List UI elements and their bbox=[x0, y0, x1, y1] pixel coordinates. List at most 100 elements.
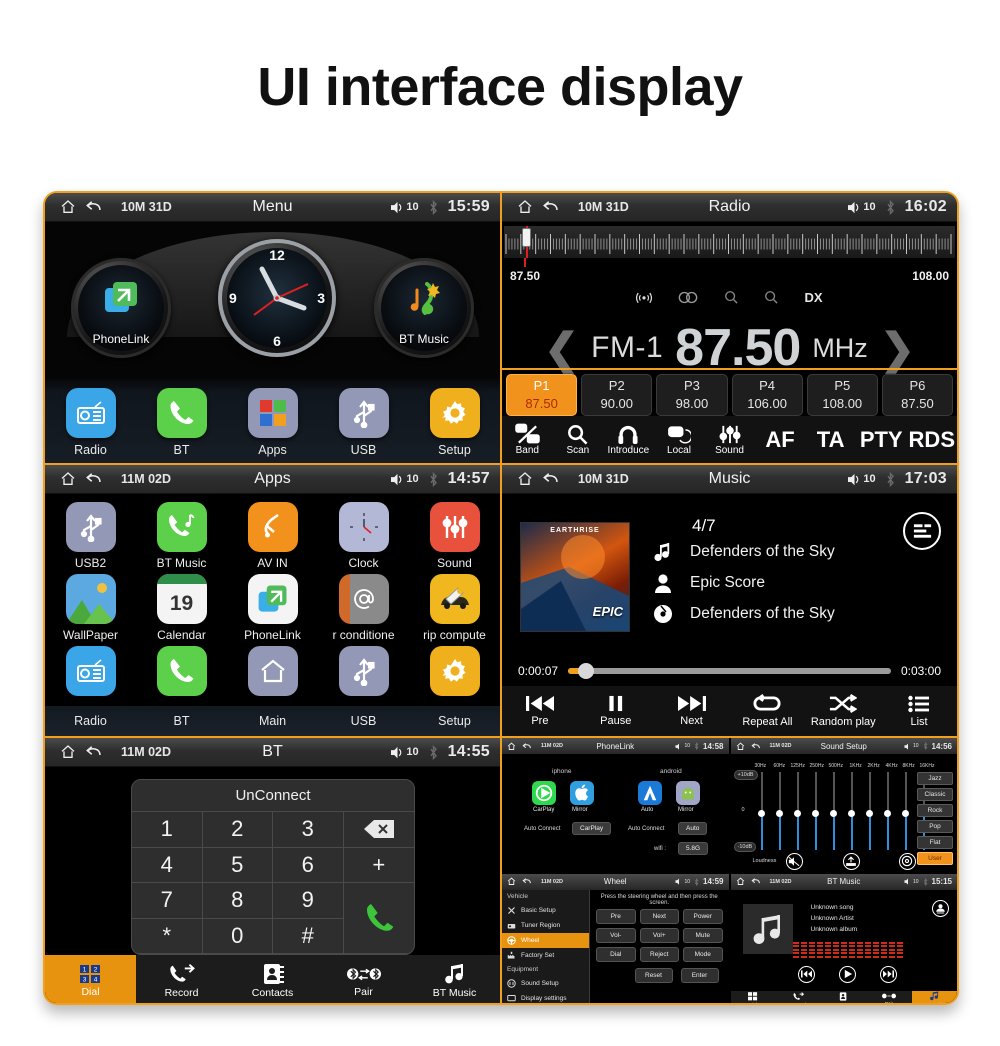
android-robot-icon[interactable] bbox=[676, 781, 700, 805]
key-2[interactable]: 2 bbox=[202, 812, 273, 848]
af-button[interactable]: AF bbox=[755, 427, 806, 453]
wheel-btn-dial[interactable]: Dial bbox=[596, 946, 636, 962]
volume-indicator[interactable]: 10 bbox=[390, 746, 419, 759]
preset-button[interactable]: P5 108.00 bbox=[806, 374, 878, 416]
key-7[interactable]: 7 bbox=[132, 883, 203, 919]
wheel-btn-mute[interactable]: Mute bbox=[683, 927, 723, 943]
eq-preset-pop[interactable]: Pop bbox=[917, 820, 953, 833]
app-bt-music[interactable]: BT Music bbox=[136, 498, 227, 570]
dock-item-setup[interactable]: Setup bbox=[409, 388, 500, 463]
preset-button[interactable]: P1 87.50 bbox=[506, 374, 578, 416]
eq-slider-knob[interactable] bbox=[866, 810, 873, 817]
dock-item-apps[interactable]: Apps bbox=[227, 388, 318, 463]
widget-bt-music[interactable]: BT Music bbox=[374, 258, 474, 358]
equalizer-button[interactable] bbox=[903, 512, 941, 550]
bt-tab-bt-music[interactable]: BT Music bbox=[911, 991, 957, 1003]
app-sound[interactable]: Sound bbox=[409, 498, 500, 570]
bt-tab-contacts[interactable]: Contacts bbox=[821, 991, 866, 1003]
volume-indicator[interactable]: 10 bbox=[847, 473, 876, 486]
bt-tab-bt-music[interactable]: BT Music bbox=[409, 955, 500, 1003]
back-icon[interactable] bbox=[538, 199, 564, 215]
app-trip-computer[interactable]: rip compute bbox=[409, 570, 500, 642]
bt-tab-dial[interactable]: Dial bbox=[731, 991, 776, 1003]
preset-button[interactable]: P3 98.00 bbox=[656, 374, 728, 416]
backspace-key[interactable] bbox=[343, 812, 414, 848]
tuner-strip[interactable] bbox=[504, 226, 955, 258]
bt-tab-record[interactable]: Record bbox=[776, 991, 821, 1003]
sidebar-item-factory-set[interactable]: Factory Set bbox=[502, 948, 589, 963]
app-usb2[interactable]: USB2 bbox=[45, 498, 136, 570]
sidebar-item-tuner-region[interactable]: Tuner Region bbox=[502, 918, 589, 933]
key-star[interactable]: * bbox=[132, 918, 203, 954]
introduce-button[interactable]: Introduce bbox=[603, 424, 654, 456]
play-button[interactable] bbox=[839, 965, 857, 983]
back-icon[interactable] bbox=[81, 744, 107, 760]
apple-icon[interactable] bbox=[570, 781, 594, 805]
back-icon[interactable] bbox=[81, 471, 107, 487]
eq-preset-flat[interactable]: Flat bbox=[917, 836, 953, 849]
key-8[interactable]: 8 bbox=[202, 883, 273, 919]
sidebar-item-sound-setup[interactable]: Sound Setup bbox=[502, 976, 589, 991]
next-button[interactable] bbox=[880, 965, 898, 983]
key-5[interactable]: 5 bbox=[202, 847, 273, 883]
eq-slider-knob[interactable] bbox=[776, 810, 783, 817]
carplay-icon[interactable] bbox=[532, 781, 556, 805]
eq-slider-knob[interactable] bbox=[848, 810, 855, 817]
eq-slider-knob[interactable] bbox=[794, 810, 801, 817]
dock-label[interactable]: Setup bbox=[409, 714, 500, 728]
app-dock-main[interactable]: . bbox=[227, 642, 318, 714]
wheel-btn-pre[interactable]: Pre bbox=[596, 908, 636, 924]
dock-label[interactable]: Radio bbox=[45, 714, 136, 728]
preset-button[interactable]: P2 90.00 bbox=[581, 374, 653, 416]
volume-indicator[interactable]: 10 bbox=[390, 201, 419, 214]
wheel-btn-vol-down[interactable]: Vol- bbox=[596, 927, 636, 943]
app-wallpaper[interactable]: WallPaper bbox=[45, 570, 136, 642]
eq-preset-jazz[interactable]: Jazz bbox=[917, 772, 953, 785]
preset-button[interactable]: P6 87.50 bbox=[881, 374, 954, 416]
dock-label[interactable]: BT bbox=[136, 714, 227, 728]
eq-slider-knob[interactable] bbox=[902, 810, 909, 817]
rds-button[interactable]: RDS bbox=[907, 427, 958, 453]
key-hash[interactable]: # bbox=[273, 918, 344, 954]
app-calendar[interactable]: 19 Calendar bbox=[136, 570, 227, 642]
balance-icon[interactable] bbox=[898, 852, 916, 870]
app-dock-setup[interactable]: . bbox=[409, 642, 500, 714]
progress-knob[interactable] bbox=[577, 663, 594, 679]
sidebar-item-display-settings[interactable]: Display settings bbox=[502, 991, 589, 1004]
eq-preset-classic[interactable]: Classic bbox=[917, 788, 953, 801]
wheel-btn-mode[interactable]: Mode bbox=[683, 946, 723, 962]
home-icon[interactable] bbox=[512, 471, 538, 487]
key-plus[interactable]: + bbox=[343, 848, 414, 883]
enter-button[interactable]: Enter bbox=[680, 967, 719, 983]
subwoofer-icon[interactable] bbox=[842, 852, 860, 870]
next-button[interactable]: Next bbox=[654, 695, 730, 727]
key-4[interactable]: 4 bbox=[132, 847, 203, 883]
preset-button[interactable]: P4 106.00 bbox=[731, 374, 803, 416]
wheel-btn-next[interactable]: Next bbox=[639, 908, 679, 924]
dock-item-bt[interactable]: BT bbox=[136, 388, 227, 463]
eq-preset-user[interactable]: User bbox=[917, 852, 953, 865]
app-dock-bt[interactable]: . bbox=[136, 642, 227, 714]
wheel-btn-vol-up[interactable]: Vol+ bbox=[639, 927, 679, 943]
eq-preset-rock[interactable]: Rock bbox=[917, 804, 953, 817]
band-button[interactable]: FM AM Band bbox=[502, 423, 553, 456]
home-icon[interactable] bbox=[512, 199, 538, 215]
key-3[interactable]: 3 bbox=[273, 812, 344, 848]
sidebar-item-wheel[interactable]: Wheel bbox=[502, 932, 589, 948]
eq-slider-knob[interactable] bbox=[884, 810, 891, 817]
app-phonelink[interactable]: PhoneLink bbox=[227, 570, 318, 642]
bt-tab-contacts[interactable]: Contacts bbox=[227, 955, 318, 1003]
prev-station-button[interactable]: ❮ bbox=[544, 324, 579, 373]
home-icon[interactable] bbox=[55, 199, 81, 215]
volume-indicator[interactable]: 10 bbox=[390, 473, 419, 486]
app-dock-radio[interactable]: . bbox=[45, 642, 136, 714]
key-0[interactable]: 0 bbox=[202, 918, 273, 954]
key-9[interactable]: 9 bbox=[273, 883, 344, 919]
bt-tab-record[interactable]: Record bbox=[136, 955, 227, 1003]
contacts-button[interactable] bbox=[932, 899, 949, 917]
home-icon[interactable] bbox=[55, 471, 81, 487]
next-station-button[interactable]: ❯ bbox=[880, 324, 915, 373]
ta-button[interactable]: TA bbox=[805, 427, 856, 453]
repeat-button[interactable]: Repeat All bbox=[729, 694, 805, 728]
local-button[interactable]: LOC Local bbox=[654, 424, 705, 456]
